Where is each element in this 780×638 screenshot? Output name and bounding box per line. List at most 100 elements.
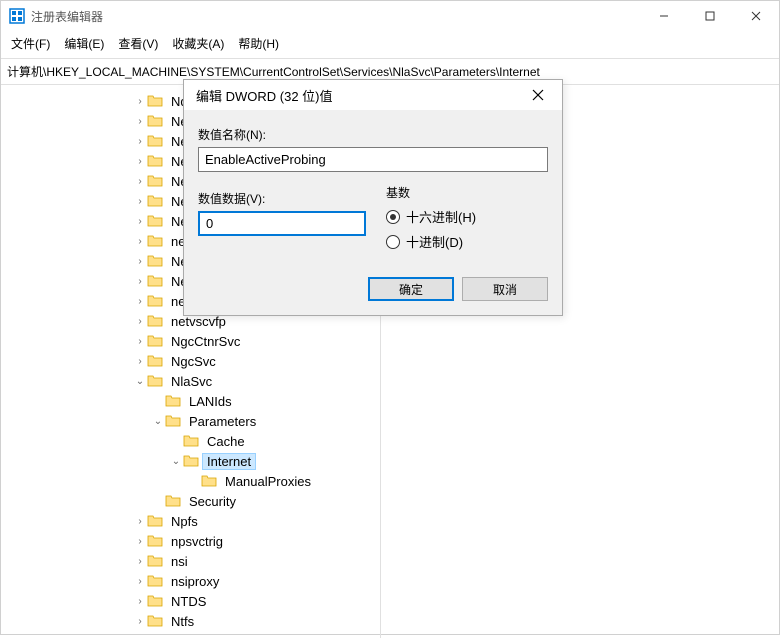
tree-item[interactable]: › NgcSvc	[1, 351, 380, 371]
window-titlebar: 注册表编辑器	[1, 1, 779, 31]
value-name-label: 数值名称(N):	[198, 126, 548, 143]
folder-icon	[147, 534, 163, 548]
chevron-right-icon[interactable]: ›	[133, 96, 147, 107]
folder-icon	[147, 314, 163, 328]
tree-item[interactable]: › Ntfs	[1, 611, 380, 631]
chevron-right-icon[interactable]: ›	[133, 356, 147, 367]
folder-icon	[147, 234, 163, 248]
folder-icon	[165, 414, 181, 428]
chevron-right-icon[interactable]: ›	[133, 616, 147, 627]
tree-item[interactable]: › npsvctrig	[1, 531, 380, 551]
dialog-title: 编辑 DWORD (32 位)值	[196, 86, 520, 105]
menu-view[interactable]: 查看(V)	[118, 35, 158, 52]
value-name-field[interactable]	[198, 147, 548, 172]
tree-item-label: Npfs	[167, 514, 202, 529]
folder-icon	[147, 154, 163, 168]
maximize-button[interactable]	[687, 1, 733, 31]
chevron-down-icon[interactable]: ⌄	[133, 376, 147, 387]
tree-item[interactable]: › NgcCtnrSvc	[1, 331, 380, 351]
chevron-right-icon[interactable]: ›	[133, 276, 147, 287]
tree-item-label: NgcSvc	[167, 354, 220, 369]
close-button[interactable]	[733, 1, 779, 31]
tree-item[interactable]: Security	[1, 491, 380, 511]
menu-edit[interactable]: 编辑(E)	[64, 35, 104, 52]
tree-item[interactable]: › Npfs	[1, 511, 380, 531]
tree-item-label: nsiproxy	[167, 574, 223, 589]
menu-help[interactable]: 帮助(H)	[238, 35, 279, 52]
folder-icon	[147, 214, 163, 228]
radio-hex[interactable]: 十六进制(H)	[386, 207, 548, 226]
edit-dword-dialog: 编辑 DWORD (32 位)值 数值名称(N): 数值数据(V): 基数 十六…	[183, 79, 563, 316]
chevron-right-icon[interactable]: ›	[133, 516, 147, 527]
radio-hex-dot	[386, 210, 400, 224]
dialog-titlebar[interactable]: 编辑 DWORD (32 位)值	[184, 80, 562, 110]
folder-icon	[147, 594, 163, 608]
tree-item[interactable]: Cache	[1, 431, 380, 451]
folder-icon	[147, 274, 163, 288]
tree-item-label: Security	[185, 494, 240, 509]
folder-icon	[147, 554, 163, 568]
chevron-right-icon[interactable]: ›	[133, 596, 147, 607]
folder-icon	[147, 114, 163, 128]
folder-icon	[147, 94, 163, 108]
tree-item-label: NgcCtnrSvc	[167, 334, 244, 349]
base-label: 基数	[386, 184, 548, 201]
dialog-close-button[interactable]	[520, 81, 556, 109]
tree-item[interactable]: › nsi	[1, 551, 380, 571]
chevron-down-icon[interactable]: ⌄	[169, 456, 183, 467]
folder-icon	[147, 514, 163, 528]
radio-dec-label: 十进制(D)	[406, 232, 463, 251]
folder-icon	[183, 434, 199, 448]
chevron-right-icon[interactable]: ›	[133, 336, 147, 347]
folder-icon	[147, 194, 163, 208]
tree-item[interactable]: ⌄NlaSvc	[1, 371, 380, 391]
chevron-down-icon[interactable]: ⌄	[151, 416, 165, 427]
chevron-right-icon[interactable]: ›	[133, 556, 147, 567]
chevron-right-icon[interactable]: ›	[133, 296, 147, 307]
tree-item[interactable]: › NTDS	[1, 591, 380, 611]
chevron-right-icon[interactable]: ›	[133, 136, 147, 147]
tree-item[interactable]: ⌄ Internet	[1, 451, 380, 471]
tree-item-label: nsi	[167, 554, 192, 569]
chevron-right-icon[interactable]: ›	[133, 576, 147, 587]
tree-item[interactable]: LANIds	[1, 391, 380, 411]
minimize-button[interactable]	[641, 1, 687, 31]
chevron-right-icon[interactable]: ›	[133, 236, 147, 247]
ok-button[interactable]: 确定	[368, 277, 454, 301]
app-icon	[9, 8, 25, 24]
chevron-right-icon[interactable]: ›	[133, 536, 147, 547]
tree-item-label: Parameters	[185, 414, 260, 429]
tree-item[interactable]: › nsiproxy	[1, 571, 380, 591]
menubar: 文件(F) 编辑(E) 查看(V) 收藏夹(A) 帮助(H)	[1, 31, 779, 58]
folder-icon	[147, 334, 163, 348]
menu-file[interactable]: 文件(F)	[11, 35, 50, 52]
radio-hex-label: 十六进制(H)	[406, 207, 476, 226]
tree-item[interactable]: ⌄ Parameters	[1, 411, 380, 431]
window-title: 注册表编辑器	[31, 8, 641, 25]
folder-icon	[165, 494, 181, 508]
folder-icon	[147, 174, 163, 188]
tree-item-label: LANIds	[185, 394, 236, 409]
tree-item-label: npsvctrig	[167, 534, 227, 549]
folder-icon	[147, 134, 163, 148]
tree-item-label: ManualProxies	[221, 474, 315, 489]
tree-item-label: Ntfs	[167, 614, 198, 629]
menu-favorites[interactable]: 收藏夹(A)	[172, 35, 224, 52]
cancel-button[interactable]: 取消	[462, 277, 548, 301]
tree-item-label: Internet	[203, 454, 255, 469]
chevron-right-icon[interactable]: ›	[133, 116, 147, 127]
radio-dec[interactable]: 十进制(D)	[386, 232, 548, 251]
tree-item-label: Cache	[203, 434, 249, 449]
radio-dec-dot	[386, 235, 400, 249]
folder-icon	[147, 354, 163, 368]
chevron-right-icon[interactable]: ›	[133, 256, 147, 267]
chevron-right-icon[interactable]: ›	[133, 216, 147, 227]
value-data-field[interactable]	[198, 211, 366, 236]
chevron-right-icon[interactable]: ›	[133, 196, 147, 207]
folder-icon	[201, 474, 217, 488]
tree-item-label: NTDS	[167, 594, 210, 609]
chevron-right-icon[interactable]: ›	[133, 176, 147, 187]
chevron-right-icon[interactable]: ›	[133, 156, 147, 167]
tree-item[interactable]: ManualProxies	[1, 471, 380, 491]
chevron-right-icon[interactable]: ›	[133, 316, 147, 327]
